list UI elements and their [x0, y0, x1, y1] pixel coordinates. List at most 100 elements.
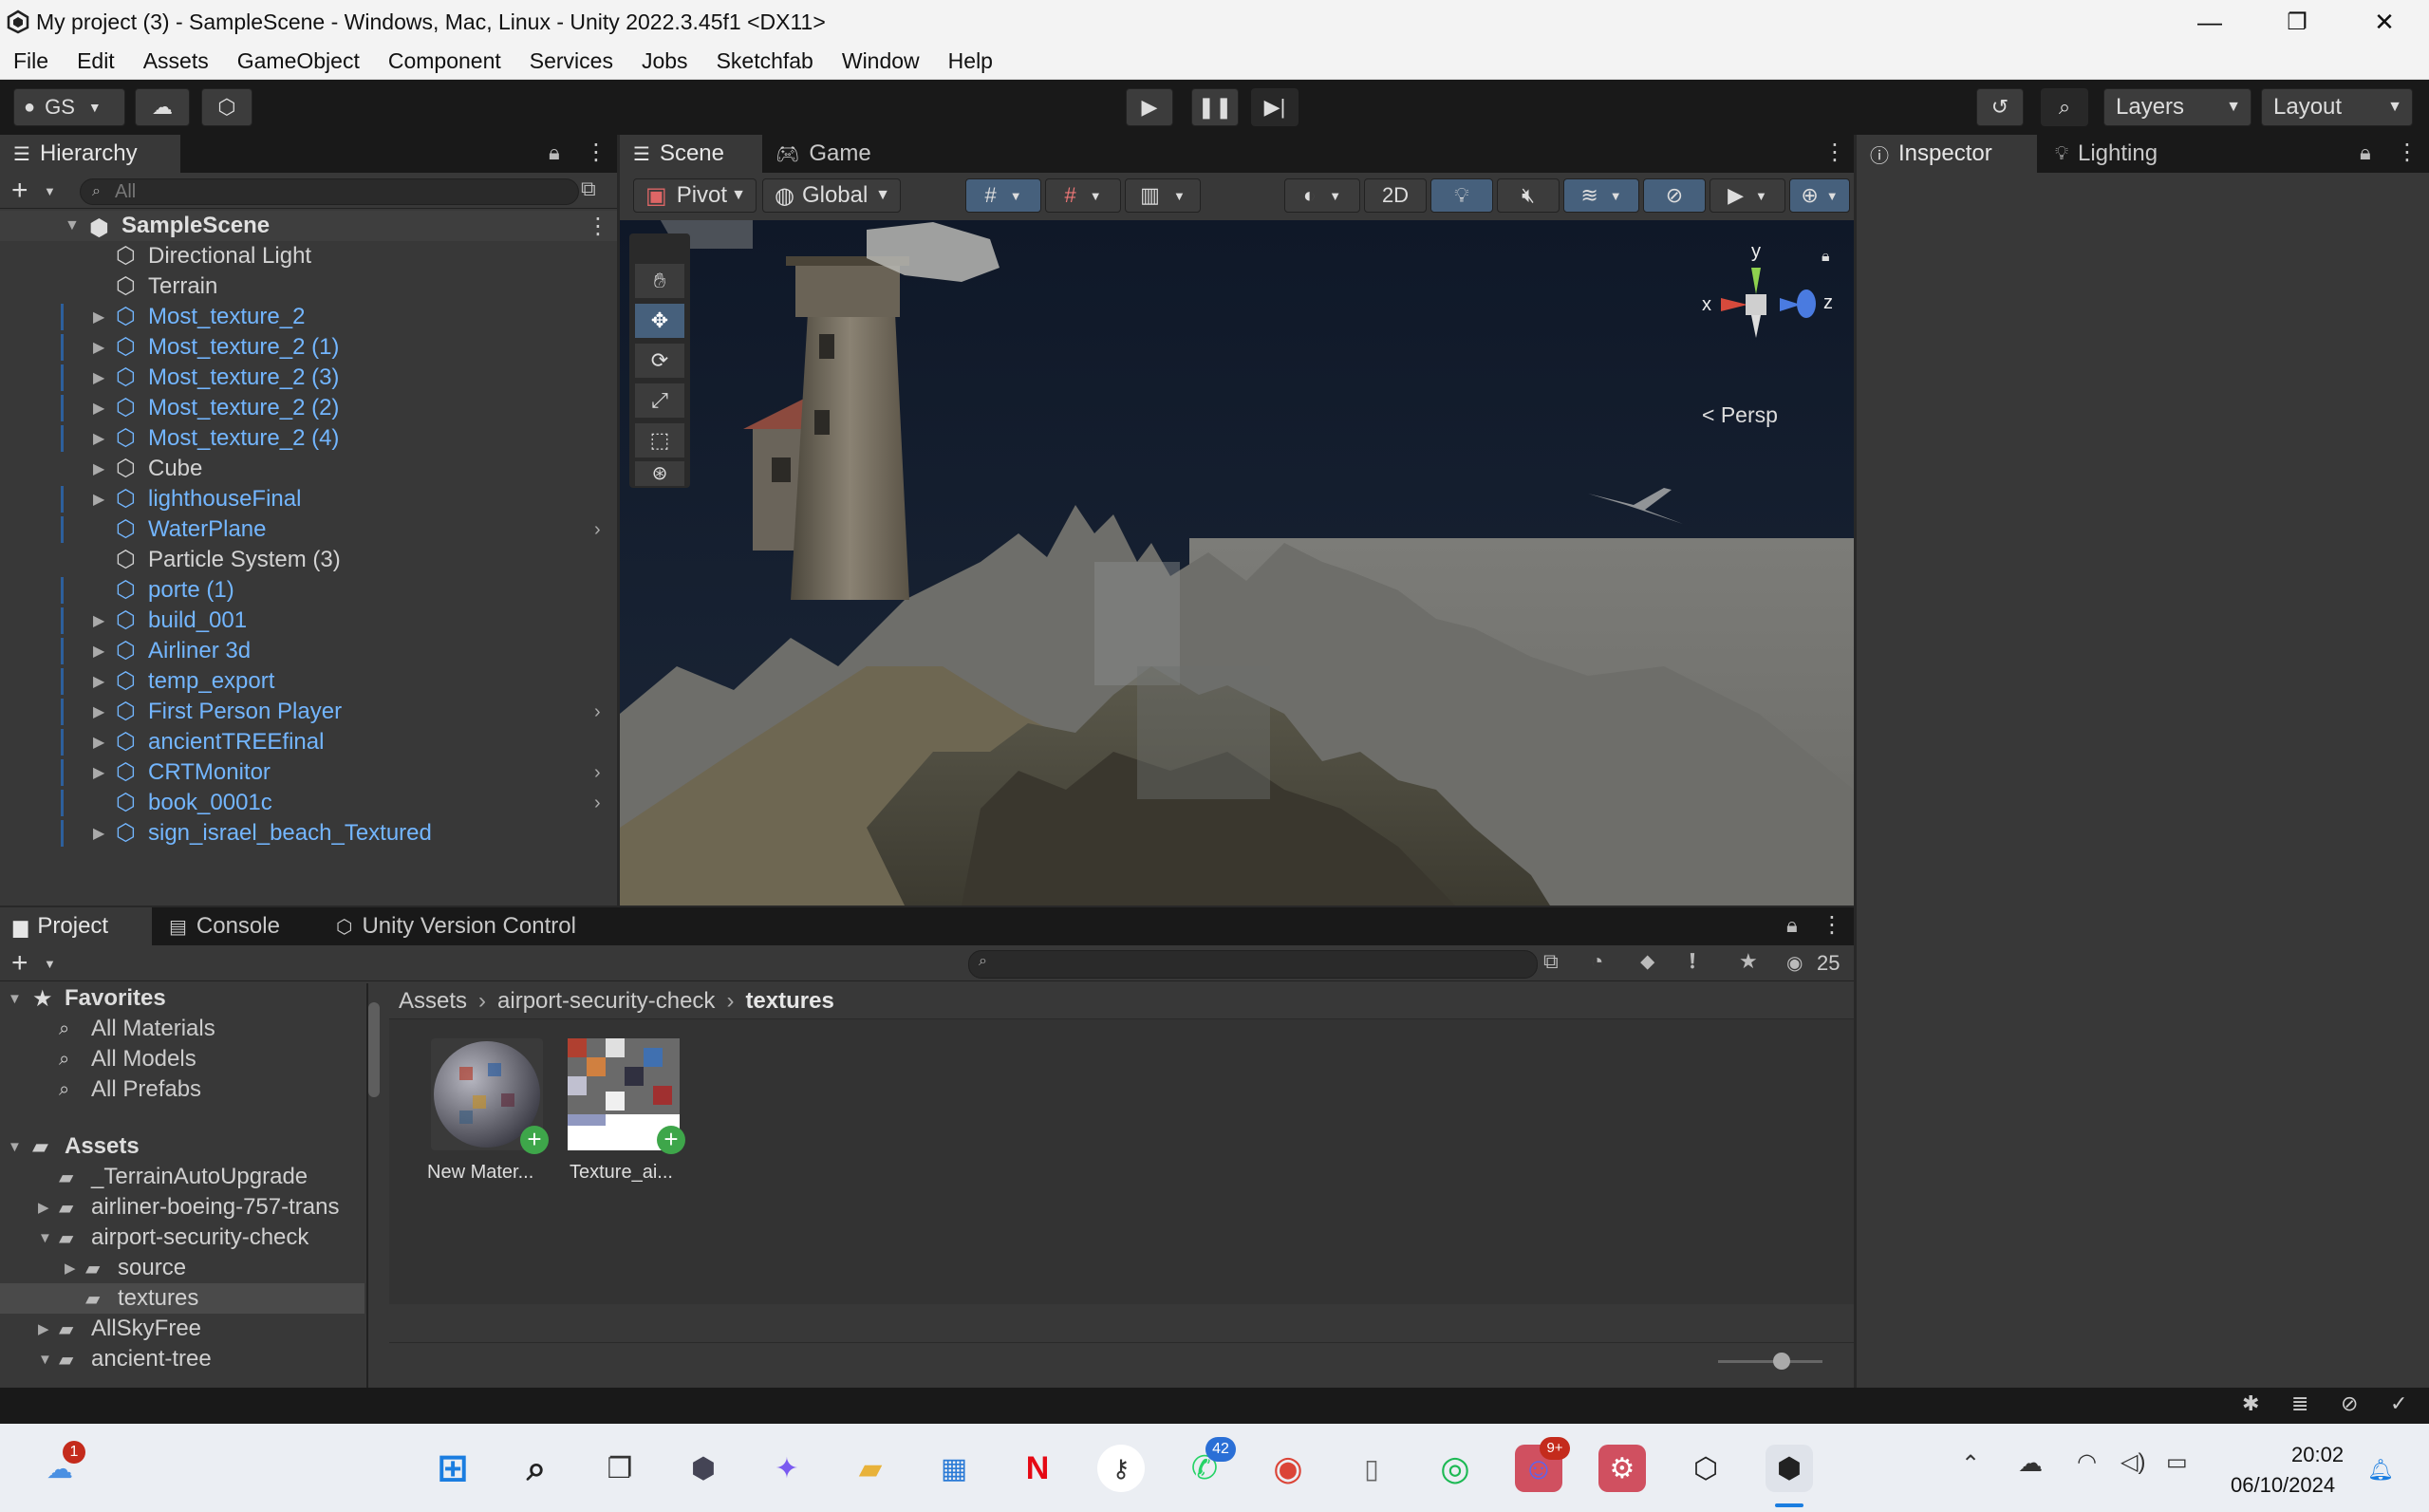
menu-component[interactable]: Component: [388, 48, 501, 74]
expand-arrow-icon[interactable]: ▶: [93, 733, 104, 752]
expand-arrow-icon[interactable]: ▶: [93, 338, 104, 357]
maximize-button[interactable]: ❐: [2253, 0, 2341, 44]
expand-arrow-icon[interactable]: ▶: [93, 611, 104, 630]
expand-arrow-icon[interactable]: ▼: [38, 1230, 52, 1246]
minimize-button[interactable]: —: [2166, 0, 2253, 44]
effects-toggle-button[interactable]: ≋ ▼: [1563, 178, 1639, 213]
2d-toggle-button[interactable]: 2D: [1364, 178, 1427, 213]
folder-tree-item[interactable]: ▶ ▰ AllSkyFree: [0, 1314, 364, 1344]
mouse-app-icon[interactable]: ▯: [1348, 1445, 1395, 1492]
hierarchy-item[interactable]: ▶ ⬡ Most_texture_2 (3): [0, 363, 617, 393]
unity-editor-icon[interactable]: ⬢: [1766, 1445, 1813, 1492]
unity-hub-icon[interactable]: ⬡: [1682, 1445, 1729, 1492]
onedrive-icon[interactable]: ☁: [2018, 1448, 2043, 1478]
expand-arrow-icon[interactable]: ▶: [93, 642, 104, 661]
hierarchy-item[interactable]: ⬡ Directional Light: [0, 241, 617, 271]
hierarchy-item[interactable]: ▶ ⬡ build_001: [0, 606, 617, 636]
persp-toggle[interactable]: < Persp: [1702, 402, 1778, 428]
lock-icon[interactable]: 🔒︎: [1786, 913, 1798, 938]
open-prefab-arrow-icon[interactable]: ›: [594, 519, 601, 541]
check-icon[interactable]: ✓: [2390, 1391, 2407, 1416]
expand-arrow-icon[interactable]: ▶: [93, 490, 104, 509]
transform-tool-icon[interactable]: ⊛: [635, 461, 684, 486]
lock-icon[interactable]: 🔒︎: [549, 140, 560, 165]
hierarchy-item[interactable]: ▶ ⬡ Cube: [0, 454, 617, 484]
task-view-icon[interactable]: ❐: [596, 1445, 644, 1492]
app-icon[interactable]: ⬢: [680, 1445, 727, 1492]
tree-scrollbar-thumb[interactable]: [368, 1002, 380, 1097]
grid-snap-button[interactable]: # ▼: [965, 178, 1041, 213]
breadcrumb-assets[interactable]: Assets: [399, 988, 467, 1015]
hierarchy-item[interactable]: ⬡ WaterPlane ›: [0, 514, 617, 545]
project-search-input[interactable]: ⌕: [968, 950, 1538, 979]
tab-inspector[interactable]: ⓘ Inspector: [1857, 135, 2037, 173]
menu-edit[interactable]: Edit: [77, 48, 115, 74]
expand-arrow-icon[interactable]: ▶: [38, 1199, 49, 1216]
hierarchy-search-input[interactable]: ⌕ All: [80, 178, 579, 205]
search-button[interactable]: ⌕: [2041, 88, 2088, 126]
hand-tool-icon[interactable]: ✋︎: [635, 264, 684, 298]
scene-search-toggle-icon[interactable]: ⧉: [581, 177, 596, 201]
search-by-scene-icon[interactable]: ⧉: [1543, 949, 1559, 974]
open-prefab-arrow-icon[interactable]: ›: [594, 762, 601, 784]
camera-settings-button[interactable]: ▶︎ ▼: [1710, 178, 1785, 213]
collab-button[interactable]: ⬡: [201, 88, 252, 126]
asset-texture[interactable]: + Texture_ai...: [560, 1038, 685, 1200]
cache-server-icon[interactable]: ≣: [2291, 1391, 2308, 1416]
menu-gameobject[interactable]: GameObject: [237, 48, 360, 74]
filter-type-icon[interactable]: ◔: [1591, 949, 1603, 974]
layout-dropdown[interactable]: Layout ▼: [2261, 88, 2413, 126]
hierarchy-item[interactable]: ⬡ Terrain: [0, 271, 617, 302]
hierarchy-item[interactable]: ▶ ⬡ Airliner 3d: [0, 636, 617, 666]
orientation-gizmo[interactable]: y x z 🔒︎: [1673, 239, 1844, 363]
hierarchy-item[interactable]: ▶ ⬡ Most_texture_2 (4): [0, 423, 617, 454]
folder-tree-item[interactable]: ▰ textures: [0, 1283, 364, 1314]
expand-arrow-icon[interactable]: ▶: [93, 368, 104, 387]
menu-file[interactable]: File: [13, 48, 48, 74]
start-menu-icon[interactable]: ⊞: [429, 1445, 476, 1492]
filter-label-icon[interactable]: ⬥: [1640, 949, 1654, 974]
file-explorer-icon[interactable]: ▰: [847, 1445, 894, 1492]
expand-arrow-icon[interactable]: ▶: [93, 763, 104, 782]
folder-tree-item[interactable]: ▶ ▰ airliner-boeing-757-trans: [0, 1192, 364, 1223]
battery-icon[interactable]: ▭: [2166, 1448, 2188, 1476]
expand-arrow-icon[interactable]: ▶: [93, 399, 104, 418]
expand-arrow-icon[interactable]: ▶: [93, 702, 104, 721]
hidden-packages-icon[interactable]: ◉: [1786, 951, 1803, 975]
hierarchy-item[interactable]: ▶ ⬡ Most_texture_2 (2): [0, 393, 617, 423]
expand-arrow-icon[interactable]: ▼: [38, 1352, 52, 1368]
hierarchy-item[interactable]: ⬡ porte (1): [0, 575, 617, 606]
favorite-star-icon[interactable]: ★: [1739, 949, 1758, 974]
more-options-icon[interactable]: ⋮: [2396, 139, 2419, 166]
spotify-icon[interactable]: ◎: [1431, 1445, 1479, 1492]
history-button[interactable]: ↺: [1976, 88, 2024, 126]
tab-console[interactable]: ▤ Console: [156, 907, 317, 945]
hierarchy-item[interactable]: ▶ ⬡ lighthouseFinal: [0, 484, 617, 514]
log-icon[interactable]: ❗︎: [1690, 949, 1695, 974]
zoom-slider-thumb[interactable]: [1773, 1353, 1790, 1370]
breadcrumb-airport[interactable]: airport-security-check: [497, 988, 715, 1015]
expand-arrow-icon[interactable]: ▶: [93, 308, 104, 327]
breadcrumb-textures[interactable]: textures: [745, 988, 833, 1015]
clock-time[interactable]: 20:02: [2291, 1443, 2344, 1467]
more-options-icon[interactable]: ⋮: [1823, 139, 1846, 166]
layers-dropdown[interactable]: Layers ▼: [2103, 88, 2251, 126]
folder-tree-item[interactable]: ▼ ▰ ancient-tree: [0, 1344, 364, 1374]
more-options-icon[interactable]: ⋮: [587, 213, 609, 240]
wifi-icon[interactable]: ◠: [2077, 1448, 2097, 1476]
key-app-icon[interactable]: ⚷: [1097, 1445, 1145, 1492]
hierarchy-item[interactable]: ▶ ⬡ CRTMonitor ›: [0, 757, 617, 788]
cloud-button[interactable]: ☁: [135, 88, 190, 126]
hierarchy-item[interactable]: ▶ ⬡ ancientTREEfinal: [0, 727, 617, 757]
hierarchy-item[interactable]: ▶ ⬡ First Person Player ›: [0, 697, 617, 727]
tab-lighting[interactable]: 💡︎ Lighting: [2042, 135, 2203, 173]
asset-new-material[interactable]: + New Mater...: [421, 1038, 549, 1200]
hierarchy-item[interactable]: ⬡ Particle System (3): [0, 545, 617, 575]
clock-date[interactable]: 06/10/2024: [2231, 1473, 2335, 1498]
lighting-toggle-button[interactable]: 💡︎: [1430, 178, 1493, 213]
search-icon[interactable]: ⌕: [513, 1445, 560, 1492]
expand-arrow-icon[interactable]: ▶: [93, 429, 104, 448]
rotate-tool-icon[interactable]: ⟳: [635, 344, 684, 378]
close-button[interactable]: ✕: [2341, 0, 2428, 44]
lock-icon[interactable]: 🔒︎: [1822, 249, 1830, 266]
